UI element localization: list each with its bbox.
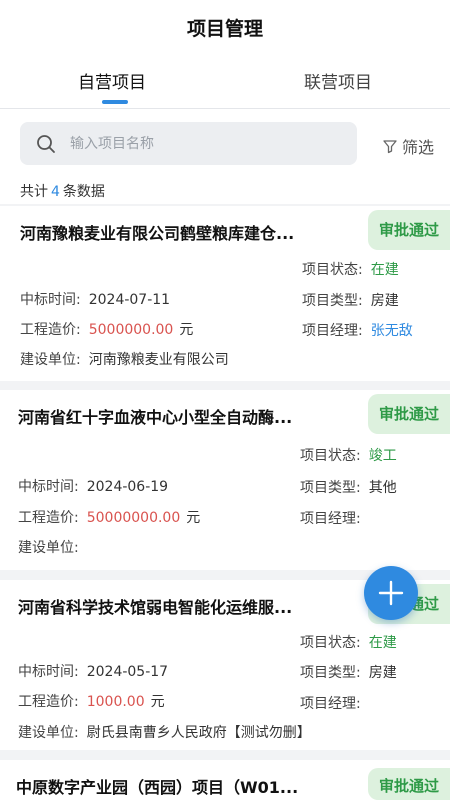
bid-time-value: 2024-07-11 [88,292,171,308]
bid-time-value: 2024-06-19 [86,479,169,495]
project-manager-field: 项目经理: 张无敌 [302,320,413,340]
cost-value: 50000000.00 [86,510,181,526]
project-manager-field: 项目经理: [300,693,369,713]
bid-time-field: 中标时间: 2024-07-11 [20,289,170,309]
manager-label: 项目经理: [300,696,361,712]
type-label: 项目类型: [302,293,363,309]
project-card[interactable]: 河南豫粮麦业有限公司鹤壁粮库建仓... 审批通过 项目状态: 在建 项目类型: 房建… [0,206,450,381]
builder-label: 建设单位: [20,352,81,368]
status-label: 项目状态: [300,635,361,651]
builder-label: 建设单位: [18,725,79,741]
manager-label: 项目经理: [302,323,363,339]
cost-value: 5000000.00 [88,322,174,338]
status-label: 项目状态: [300,448,361,464]
type-value: 其他 [368,480,397,496]
cost-value: 1000.00 [86,694,145,710]
builder-field: 建设单位: 河南豫粮麦业有限公司 [20,349,229,369]
project-card[interactable]: 河南省红十字血液中心小型全自动酶... 审批通过 项目状态: 竣工 项目类型: 其他… [0,390,450,570]
tab-joint-operated[interactable]: 联营项目 [304,68,372,93]
project-name: 河南省科学技术馆弱电智能化运维服... [18,598,293,617]
count-suffix: 条数据 [62,184,105,200]
builder-field: 建设单位: 尉氏县南曹乡人民政府【测试勿删】 [18,722,311,742]
status-value: 在建 [370,262,399,278]
page-title: 项目管理 [186,18,263,40]
cost-field: 工程造价: 50000000.00 元 [18,507,200,527]
type-label: 项目类型: [300,665,361,681]
plus-icon [378,580,404,606]
tab-self-operated[interactable]: 自营项目 [78,68,146,93]
status-label: 项目状态: [302,262,363,278]
approval-status-badge: 审批通过 [368,394,450,434]
bid-time-value: 2024-05-17 [86,664,169,680]
bid-time-field: 中标时间: 2024-05-17 [18,661,168,681]
type-value: 房建 [368,665,397,681]
approval-status-badge: 审批通过 [368,210,450,250]
filter-button[interactable]: 筛选 [382,134,434,158]
project-status-field: 项目状态: 在建 [300,632,397,652]
type-value: 房建 [370,293,399,309]
filter-label: 筛选 [402,138,435,157]
cost-label: 工程造价: [20,322,81,338]
search-box[interactable] [20,122,357,165]
bid-time-label: 中标时间: [18,664,79,680]
manager-label: 项目经理: [300,511,361,527]
builder-label: 建设单位: [18,540,79,556]
search-icon [37,135,55,153]
project-manager-field: 项目经理: [300,508,369,528]
cost-unit: 元 [186,510,201,526]
app-header: 项目管理 自营项目 联营项目 [0,0,450,112]
builder-field: 建设单位: [18,537,87,557]
status-value: 在建 [368,635,397,651]
project-type-field: 项目类型: 其他 [300,477,397,497]
project-status-field: 项目状态: 在建 [302,259,399,279]
bid-time-label: 中标时间: [20,292,81,308]
project-card[interactable]: 中原数字产业园（西园）项目（W01... 审批通过 [0,760,450,800]
filter-icon [383,140,397,154]
manager-value[interactable]: 张无敌 [371,323,413,339]
cost-unit: 元 [150,694,165,710]
project-status-field: 项目状态: 竣工 [300,445,397,465]
search-bar: 筛选 [0,109,450,177]
builder-value: 尉氏县南曹乡人民政府【测试勿删】 [86,725,311,741]
cost-label: 工程造价: [18,510,79,526]
project-type-field: 项目类型: 房建 [300,662,397,682]
bid-time-field: 中标时间: 2024-06-19 [18,476,168,496]
result-count: 共计 4 条数据 [20,181,105,201]
project-type-field: 项目类型: 房建 [302,290,399,310]
cost-unit: 元 [179,322,194,338]
add-project-button[interactable] [364,566,418,620]
project-name: 河南豫粮麦业有限公司鹤壁粮库建仓... [20,224,295,243]
builder-value: 河南豫粮麦业有限公司 [88,352,229,368]
project-name: 中原数字产业园（西园）项目（W01... [16,778,299,797]
result-count-bar: 共计 4 条数据 [0,177,450,204]
project-name: 河南省红十字血液中心小型全自动酶... [18,408,293,427]
count-prefix: 共计 [20,184,48,200]
count-number: 4 [51,184,60,200]
type-label: 项目类型: [300,480,361,496]
cost-label: 工程造价: [18,694,79,710]
cost-field: 工程造价: 5000000.00 元 [20,319,193,339]
approval-status-badge: 审批通过 [368,768,450,800]
cost-field: 工程造价: 1000.00 元 [18,691,165,711]
bid-time-label: 中标时间: [18,479,79,495]
active-tab-indicator [102,100,128,104]
status-value: 竣工 [368,448,397,464]
search-input[interactable] [70,122,340,165]
